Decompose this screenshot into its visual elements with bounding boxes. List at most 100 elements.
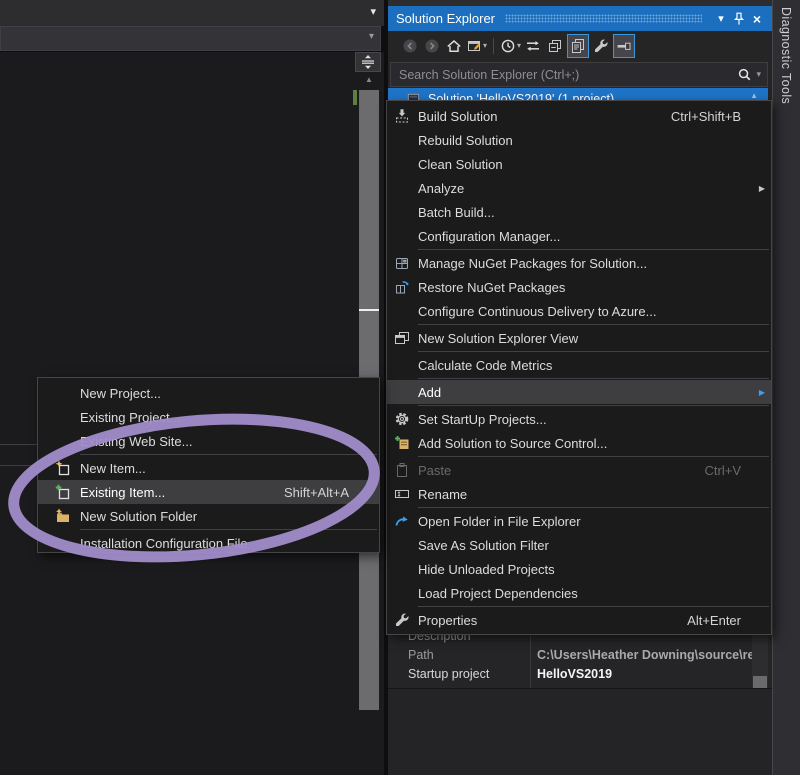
menu-item-add-solution-to-source-control[interactable]: Add Solution to Source Control... <box>387 431 771 455</box>
menu-item-label: Paste <box>418 463 705 478</box>
menu-separator <box>418 249 769 250</box>
menu-item-paste[interactable]: PasteCtrl+V <box>387 458 771 482</box>
open-folder-icon <box>391 513 413 529</box>
menu-shortcut: Ctrl+V <box>705 463 741 478</box>
menu-item-label: Properties <box>418 613 687 628</box>
properties-scrollbar-thumb[interactable] <box>753 676 767 688</box>
sync-with-active-document-icon <box>525 38 541 54</box>
menu-item-add[interactable]: Add▶ <box>387 380 771 404</box>
menu-item-build-solution[interactable]: Build SolutionCtrl+Shift+B <box>387 104 771 128</box>
menu-shortcut: Alt+Enter <box>687 613 741 628</box>
editor-scroll-up-icon[interactable]: ▲ <box>357 73 381 87</box>
split-editor-handle[interactable] <box>355 52 381 72</box>
menu-item-properties[interactable]: PropertiesAlt+Enter <box>387 608 771 632</box>
menu-item-save-as-solution-filter[interactable]: Save As Solution Filter <box>387 533 771 557</box>
close-icon[interactable]: × <box>748 10 766 28</box>
menu-separator <box>418 324 769 325</box>
menu-item-configuration-manager[interactable]: Configuration Manager... <box>387 224 771 248</box>
menu-item-label: Open Folder in File Explorer <box>418 514 755 529</box>
existing-item-icon <box>50 484 76 500</box>
menu-item-restore-nuget-packages[interactable]: Restore NuGet Packages <box>387 275 771 299</box>
toolbar-button-forward[interactable] <box>422 35 442 57</box>
forward-icon <box>424 38 440 54</box>
tree-scroll-up-icon[interactable]: ▲ <box>750 91 758 100</box>
menu-item-existing-item[interactable]: Existing Item...Shift+Alt+A <box>38 480 379 504</box>
menu-item-new-item[interactable]: New Item... <box>38 456 379 480</box>
menu-item-existing-project[interactable]: Existing Project... <box>38 405 379 429</box>
search-icon[interactable] <box>737 67 752 82</box>
menu-item-batch-build[interactable]: Batch Build... <box>387 200 771 224</box>
menu-shortcut: Shift+Alt+A <box>284 485 349 500</box>
back-icon <box>402 38 418 54</box>
toolbar-divider <box>493 38 494 54</box>
tab-diagnostic-tools[interactable]: Diagnostic Tools <box>773 0 793 104</box>
toolbar-button-show-all-files[interactable] <box>613 34 635 58</box>
chevron-down-icon[interactable]: ▾ <box>483 41 487 50</box>
wrench-icon <box>391 612 413 628</box>
paste-icon <box>391 462 413 478</box>
menu-separator <box>418 606 769 607</box>
gear-icon <box>391 411 413 427</box>
toolbar-button-sync-with-active-document[interactable] <box>523 35 543 57</box>
menu-item-manage-nuget-packages-for-solution[interactable]: Manage NuGet Packages for Solution... <box>387 251 771 275</box>
menu-item-set-startup-projects[interactable]: Set StartUp Projects... <box>387 407 771 431</box>
chevron-down-icon[interactable]: ▾ <box>517 41 521 50</box>
add-submenu: New Project... Existing Project... Existin… <box>37 377 380 553</box>
menu-item-label: Clean Solution <box>418 157 755 172</box>
menu-item-load-project-dependencies[interactable]: Load Project Dependencies <box>387 581 771 605</box>
menu-item-calculate-code-metrics[interactable]: Calculate Code Metrics <box>387 353 771 377</box>
menu-separator <box>418 351 769 352</box>
search-input[interactable] <box>391 68 737 82</box>
menu-item-rename[interactable]: Rename <box>387 482 771 506</box>
menu-item-new-solution-explorer-view[interactable]: New Solution Explorer View <box>387 326 771 350</box>
menu-item-hide-unloaded-projects[interactable]: Hide Unloaded Projects <box>387 557 771 581</box>
menu-item-rebuild-solution[interactable]: Rebuild Solution <box>387 128 771 152</box>
menu-item-new-project[interactable]: New Project... <box>38 381 379 405</box>
menu-item-label: New Solution Explorer View <box>418 331 755 346</box>
property-value: C:\Users\Heather Downing\source\rep <box>530 648 752 662</box>
search-chevron-down-icon[interactable]: ▾ <box>756 69 761 80</box>
properties-scrollbar[interactable] <box>752 626 768 688</box>
window-list-chevron-icon[interactable]: ▾ <box>370 5 376 18</box>
property-row-startup-project[interactable]: Startup projectHelloVS2019 <box>388 664 752 683</box>
menu-item-open-folder-in-file-explorer[interactable]: Open Folder in File Explorer <box>387 509 771 533</box>
menu-item-new-solution-folder[interactable]: New Solution Folder <box>38 504 379 528</box>
menu-item-label: Hide Unloaded Projects <box>418 562 755 577</box>
pin-icon[interactable] <box>730 10 748 28</box>
property-value: HelloVS2019 <box>530 667 752 681</box>
menu-item-configure-continuous-delivery-to-azure[interactable]: Configure Continuous Delivery to Azure..… <box>387 299 771 323</box>
menu-item-analyze[interactable]: Analyze▶ <box>387 176 771 200</box>
home-icon <box>446 38 462 54</box>
properties-grid-divider <box>530 626 531 688</box>
new-folder-icon <box>50 508 76 524</box>
preview-selected-items-icon <box>570 38 586 54</box>
menu-item-installation-configuration-file[interactable]: Installation Configuration File <box>38 531 379 553</box>
menu-item-label: Calculate Code Metrics <box>418 358 755 373</box>
window-position-chevron-icon[interactable]: ▾ <box>712 10 730 28</box>
menu-item-label: Existing Project... <box>80 410 363 425</box>
menu-item-label: Configure Continuous Delivery to Azure..… <box>418 304 755 319</box>
solution-explorer-titlebar[interactable]: Solution Explorer ▾ × <box>388 6 772 31</box>
toolbar-button-home[interactable] <box>444 35 464 57</box>
menu-separator <box>418 507 769 508</box>
submenu-arrow-icon: ▶ <box>755 184 769 193</box>
toolbar-button-pending-changes-filter[interactable]: ▾ <box>500 35 521 57</box>
toolbar-button-collapse-all[interactable] <box>545 35 565 57</box>
menu-item-label: Existing Web Site... <box>80 434 363 449</box>
toolbar-button-switch-views[interactable]: ▾ <box>466 35 487 57</box>
properties-wrench-icon <box>593 38 609 54</box>
search-box: ▾ <box>390 62 768 87</box>
toolbar-button-preview-selected-items[interactable] <box>567 34 589 58</box>
property-row-path[interactable]: PathC:\Users\Heather Downing\source\rep <box>388 645 752 664</box>
toolbar-button-properties-wrench[interactable] <box>591 35 611 57</box>
solution-context-menu: Build SolutionCtrl+Shift+BRebuild Soluti… <box>386 100 772 635</box>
menu-item-label: Analyze <box>418 181 755 196</box>
editor-topbar: ▾ <box>0 0 384 26</box>
titlebar-drag-grip[interactable] <box>505 14 702 23</box>
menu-separator <box>418 378 769 379</box>
menu-item-clean-solution[interactable]: Clean Solution <box>387 152 771 176</box>
menu-item-existing-web-site[interactable]: Existing Web Site... <box>38 429 379 453</box>
editor-navigation-bar[interactable]: ▾ <box>0 26 381 51</box>
toolbar-button-back[interactable] <box>400 35 420 57</box>
menu-item-label: Restore NuGet Packages <box>418 280 755 295</box>
